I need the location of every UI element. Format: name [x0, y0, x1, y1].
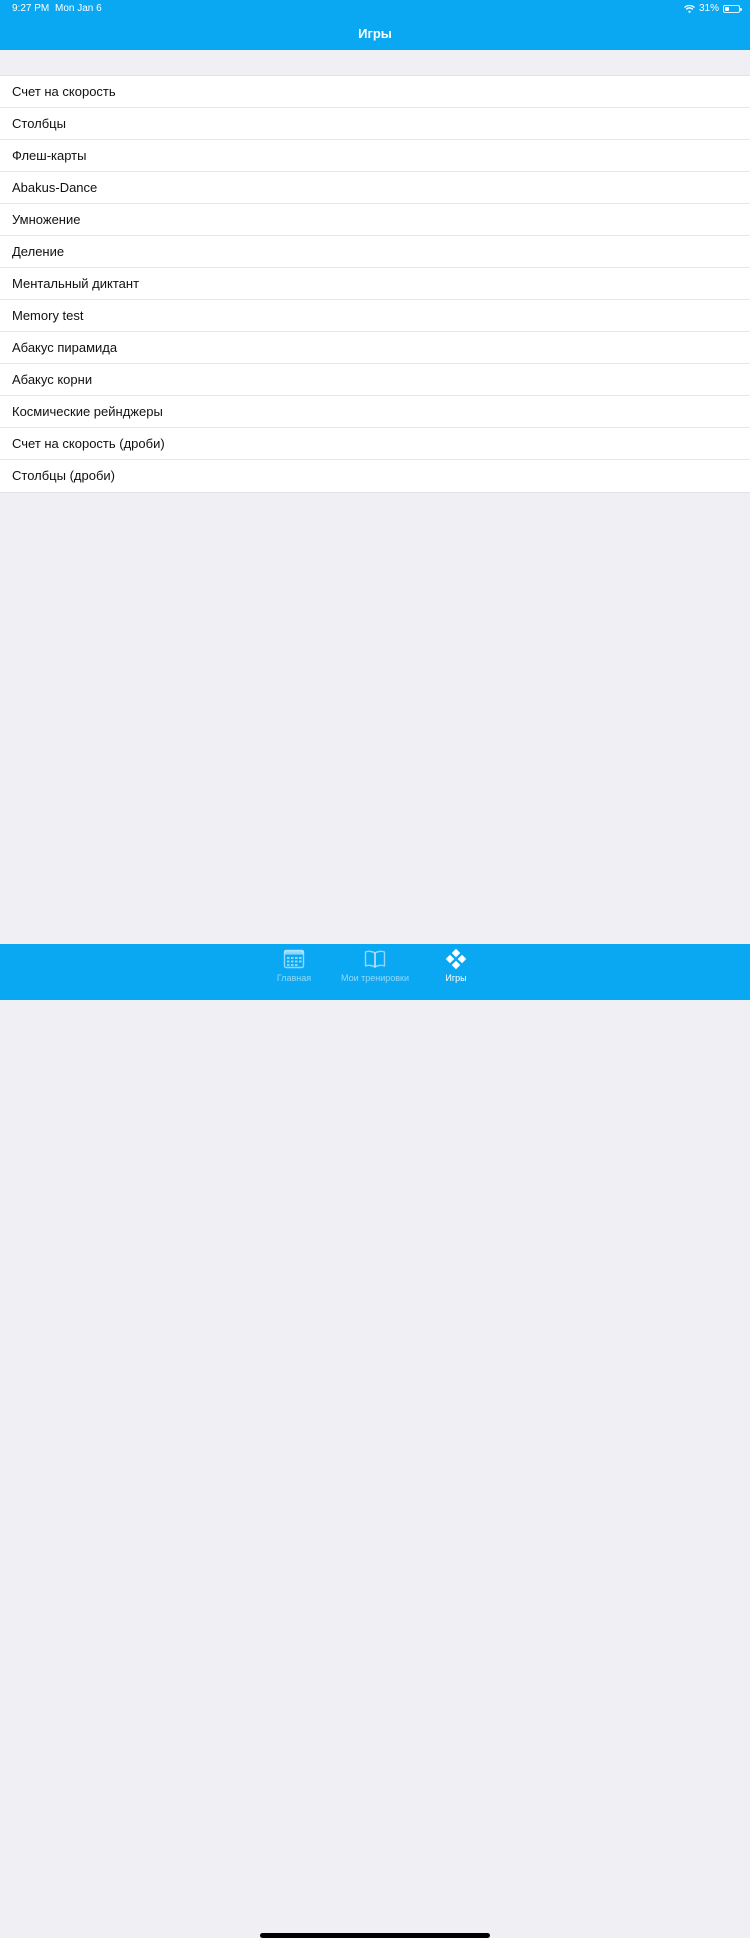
list-item[interactable]: Abakus-Dance: [0, 172, 750, 204]
list-item[interactable]: Счет на скорость: [0, 76, 750, 108]
list-item[interactable]: Флеш-карты: [0, 140, 750, 172]
wifi-icon: [684, 5, 695, 13]
tab-bar: Главная Мои тренировки Игры: [0, 944, 750, 1938]
page-title: Игры: [358, 26, 392, 41]
battery-percent: 31%: [698, 3, 719, 14]
gamepad-icon: [445, 948, 467, 970]
tab-home[interactable]: Главная: [249, 944, 339, 988]
tab-games[interactable]: Игры: [411, 944, 501, 988]
home-indicator[interactable]: [260, 1933, 490, 1938]
status-bar: 9:27 PM Mon Jan 6 31%: [0, 0, 750, 18]
status-time: 9:27 PM: [12, 3, 50, 14]
list-item[interactable]: Абакус пирамида: [0, 332, 750, 364]
list-item[interactable]: Счет на скорость (дроби): [0, 428, 750, 460]
list-item[interactable]: Космические рейнджеры: [0, 396, 750, 428]
status-date: Mon Jan 6: [55, 3, 102, 14]
book-icon: [364, 950, 386, 968]
tab-my-trainings[interactable]: Мои тренировки: [330, 944, 420, 988]
list-item[interactable]: Столбцы (дроби): [0, 460, 750, 492]
tab-label: Главная: [276, 973, 312, 983]
list-item[interactable]: Деление: [0, 236, 750, 268]
tab-label: Мои тренировки: [340, 973, 410, 983]
list-item[interactable]: Умножение: [0, 204, 750, 236]
list-item[interactable]: Столбцы: [0, 108, 750, 140]
tab-label: Игры: [445, 973, 467, 983]
status-right: 31%: [684, 0, 742, 18]
list-item[interactable]: Абакус корни: [0, 364, 750, 396]
battery-icon: [723, 5, 742, 13]
top-bar: 9:27 PM Mon Jan 6 31% Игры: [0, 0, 750, 50]
list-item[interactable]: Memory test: [0, 300, 750, 332]
list-item[interactable]: Ментальный диктант: [0, 268, 750, 300]
calendar-icon: [283, 949, 305, 969]
battery-fill: [725, 7, 729, 11]
games-list: Счет на скорость Столбцы Флеш-карты Abak…: [0, 75, 750, 493]
